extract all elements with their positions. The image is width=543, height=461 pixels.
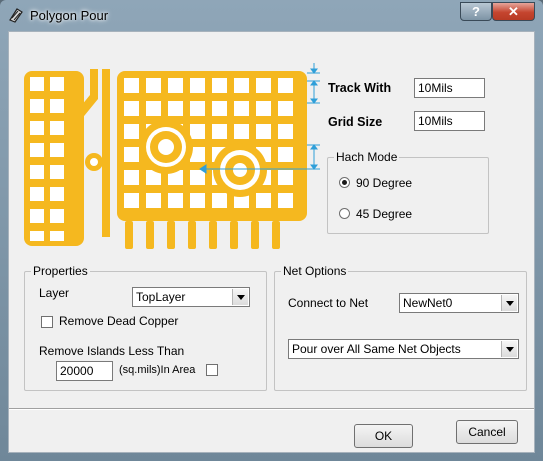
- track-width-label: Track With: [328, 81, 392, 95]
- in-area-checkbox[interactable]: [206, 364, 218, 376]
- help-button[interactable]: ?: [460, 2, 492, 21]
- close-button[interactable]: ✕: [492, 2, 535, 21]
- remove-islands-label: Remove Islands Less Than: [39, 344, 185, 358]
- chevron-down-icon[interactable]: [501, 341, 517, 357]
- properties-title: Properties: [31, 264, 90, 278]
- track-width-input[interactable]: 10Mils: [414, 78, 485, 98]
- polygon-pour-app-icon: [9, 8, 23, 23]
- radio-45-degree[interactable]: [339, 208, 350, 219]
- layer-select-value: TopLayer: [136, 290, 186, 304]
- island-unit-label: (sq.mils)In Area: [119, 364, 196, 376]
- net-select[interactable]: NewNet0: [399, 293, 519, 313]
- dialog-client: Track With 10Mils Grid Size 10Mils Hach …: [8, 31, 535, 453]
- radio-90-degree[interactable]: [339, 177, 350, 188]
- connect-to-net-label: Connect to Net: [288, 296, 369, 310]
- grid-size-label: Grid Size: [328, 115, 383, 129]
- radio-90-degree-label[interactable]: 90 Degree: [356, 176, 412, 190]
- title-bar[interactable]: Polygon Pour ? ✕: [0, 0, 543, 30]
- pour-over-select-value: Pour over All Same Net Objects: [292, 342, 461, 356]
- footer-divider: [9, 408, 534, 410]
- net-select-value: NewNet0: [403, 296, 453, 310]
- properties-group: Properties Layer TopLayer Remove Dead Co…: [24, 264, 267, 391]
- layer-label: Layer: [39, 286, 70, 300]
- hatched-polygon-preview: [24, 63, 320, 249]
- island-area-input[interactable]: 20000: [56, 361, 113, 381]
- radio-selected-dot: [342, 180, 347, 185]
- pour-over-select[interactable]: Pour over All Same Net Objects: [288, 339, 519, 359]
- remove-dead-copper-checkbox[interactable]: [41, 316, 53, 328]
- hatch-mode-title: Hach Mode: [334, 150, 400, 164]
- remove-dead-copper-label[interactable]: Remove Dead Copper: [59, 314, 178, 328]
- cancel-button[interactable]: Cancel: [456, 420, 518, 444]
- close-icon: ✕: [508, 4, 519, 19]
- layer-select[interactable]: TopLayer: [132, 287, 250, 307]
- window-title: Polygon Pour: [30, 8, 109, 23]
- radio-45-degree-label[interactable]: 45 Degree: [356, 207, 412, 221]
- net-options-title: Net Options: [281, 264, 349, 278]
- grid-size-input[interactable]: 10Mils: [414, 111, 485, 131]
- window-frame: Polygon Pour ? ✕ Track With 10Mils Grid …: [0, 0, 543, 461]
- net-options-group: Net Options Connect to Net NewNet0 Pour …: [274, 264, 527, 391]
- chevron-down-icon[interactable]: [501, 295, 517, 311]
- chevron-down-icon[interactable]: [232, 289, 248, 305]
- hatch-mode-group: Hach Mode 90 Degree 45 Degree: [327, 150, 489, 234]
- ok-button[interactable]: OK: [354, 424, 413, 448]
